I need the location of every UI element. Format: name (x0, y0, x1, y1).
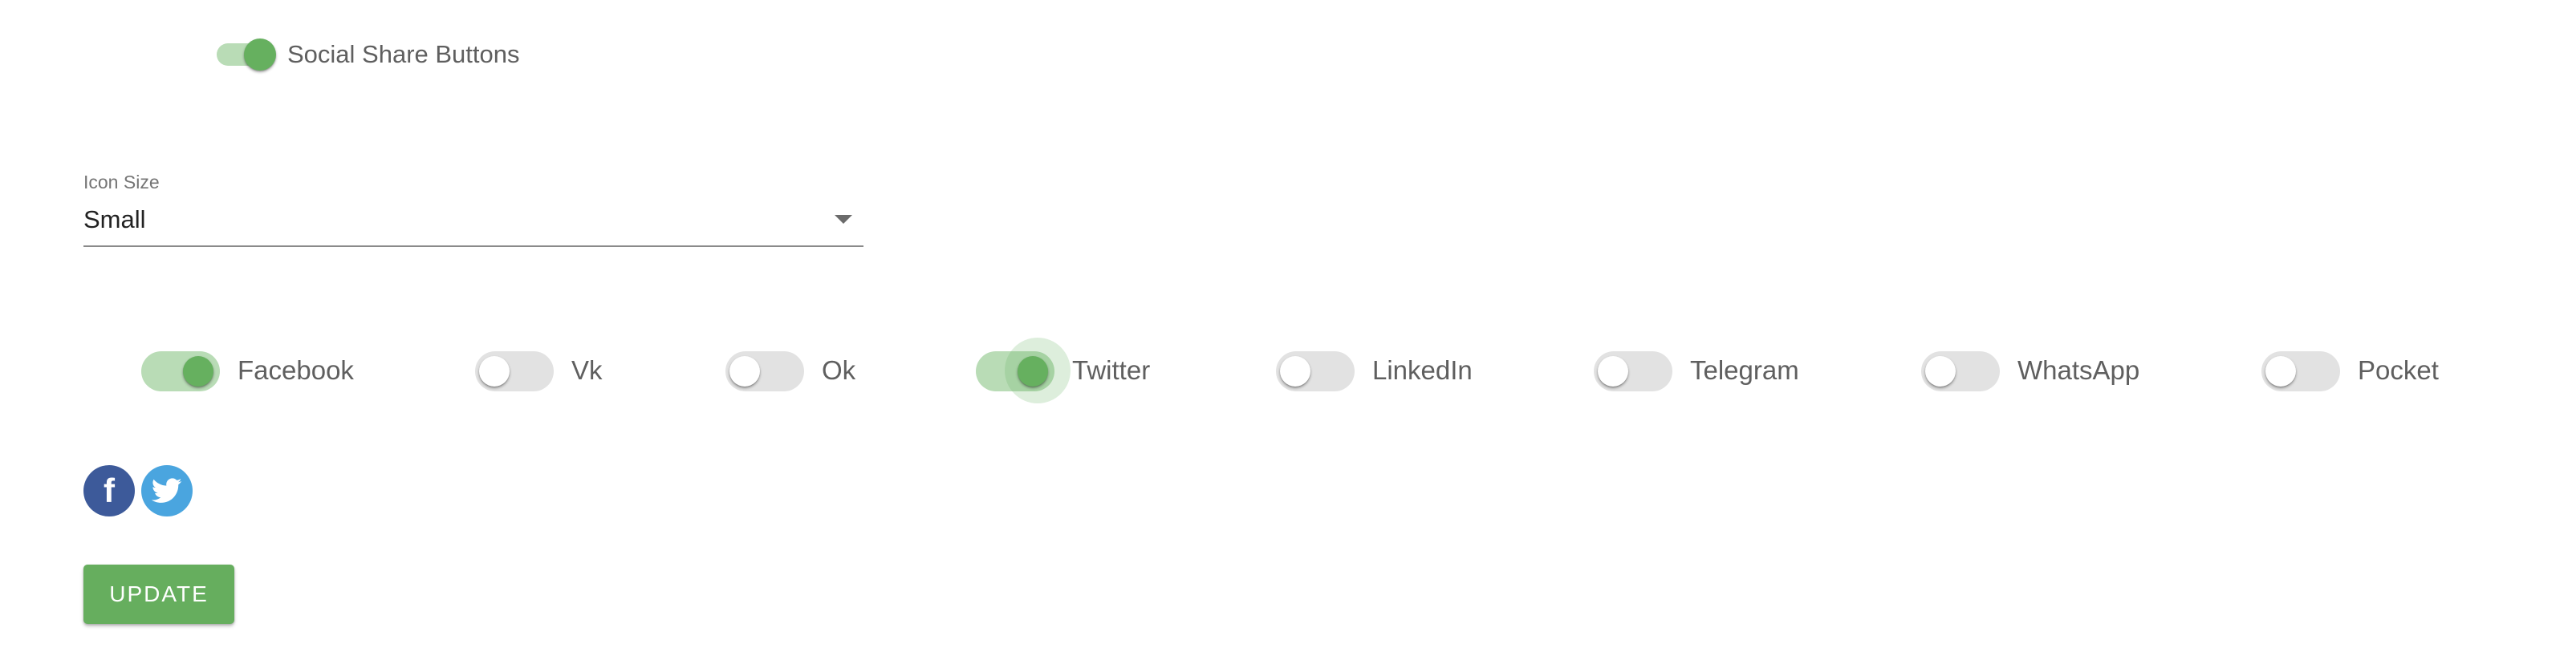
network-label-facebook: Facebook (238, 355, 354, 385)
social-share-switch[interactable] (217, 35, 276, 74)
switch-thumb[interactable] (2265, 356, 2296, 387)
twitter-icon[interactable] (141, 465, 193, 516)
switch-thumb[interactable] (1925, 356, 1956, 387)
network-toggle-ok[interactable]: Ok (725, 346, 855, 395)
network-label-vk: Vk (571, 355, 603, 385)
network-toggle-whatsapp[interactable]: WhatsApp (1921, 346, 2139, 395)
switch-thumb[interactable] (1280, 356, 1310, 387)
network-label-twitter: Twitter (1072, 355, 1151, 385)
facebook-icon[interactable]: f (83, 465, 135, 516)
twitter-switch[interactable] (976, 338, 1071, 403)
update-button[interactable]: UPDATE (83, 565, 234, 624)
facebook-glyph: f (104, 472, 115, 509)
switch-thumb[interactable] (1018, 356, 1048, 387)
network-toggle-twitter[interactable]: Twitter (976, 338, 1151, 403)
switch-thumb[interactable] (729, 356, 760, 387)
chevron-down-icon[interactable] (835, 215, 852, 224)
network-label-ok: Ok (822, 355, 856, 385)
facebook-switch[interactable] (141, 348, 220, 393)
vk-switch[interactable] (475, 348, 554, 393)
whatsapp-switch[interactable] (1921, 348, 2000, 393)
network-label-linkedin: LinkedIn (1372, 355, 1473, 385)
ok-switch[interactable] (725, 348, 804, 393)
telegram-switch[interactable] (1594, 348, 1672, 393)
network-label-whatsapp: WhatsApp (2017, 355, 2140, 385)
icon-size-value[interactable]: Small (83, 205, 146, 234)
switch-thumb[interactable] (244, 38, 276, 71)
linkedin-switch[interactable] (1276, 348, 1355, 393)
icon-size-label: Icon Size (83, 172, 160, 192)
social-share-master-toggle[interactable]: Social Share Buttons (217, 35, 520, 74)
share-icons-preview: f (83, 465, 193, 516)
network-label-telegram: Telegram (1690, 355, 1799, 385)
network-toggle-pocket[interactable]: Pocket (2261, 346, 2439, 395)
network-toggle-telegram[interactable]: Telegram (1594, 346, 1799, 395)
settings-panel: Social Share Buttons Icon Size Small Fac… (0, 0, 2576, 648)
network-toggle-vk[interactable]: Vk (475, 346, 603, 395)
switch-thumb[interactable] (183, 356, 213, 387)
network-toggle-linkedin[interactable]: LinkedIn (1276, 346, 1473, 395)
twitter-bird-icon (152, 478, 182, 503)
pocket-switch[interactable] (2261, 348, 2340, 393)
switch-thumb[interactable] (479, 356, 510, 387)
switch-thumb[interactable] (1598, 356, 1628, 387)
social-share-label: Social Share Buttons (287, 40, 520, 68)
network-toggle-facebook[interactable]: Facebook (141, 346, 354, 395)
icon-size-select[interactable]: Icon Size Small (83, 168, 863, 247)
network-label-pocket: Pocket (2358, 355, 2439, 385)
